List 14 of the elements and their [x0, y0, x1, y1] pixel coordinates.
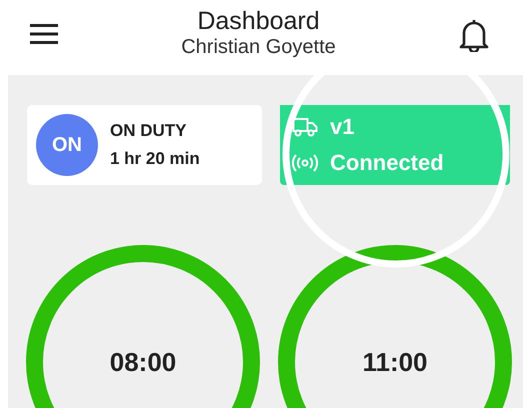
- duty-status-card[interactable]: ON ON DUTY 1 hr 20 min: [27, 105, 262, 185]
- duty-status: ON DUTY: [110, 121, 188, 141]
- signal-icon: [292, 153, 318, 173]
- connection-status: Connected: [330, 150, 444, 176]
- notification-bell-icon[interactable]: [458, 18, 489, 52]
- status-badge: ON: [36, 114, 98, 176]
- vehicle-name: v1: [330, 114, 354, 140]
- truck-icon: [292, 117, 318, 137]
- duty-duration: 1 hr 20 min: [110, 149, 200, 169]
- user-name: Christian Goyette: [181, 36, 336, 58]
- menu-icon[interactable]: [30, 24, 58, 44]
- timer-value: 11:00: [362, 346, 428, 378]
- page-title: Dashboard: [197, 6, 320, 36]
- timer-value: 08:00: [110, 346, 176, 378]
